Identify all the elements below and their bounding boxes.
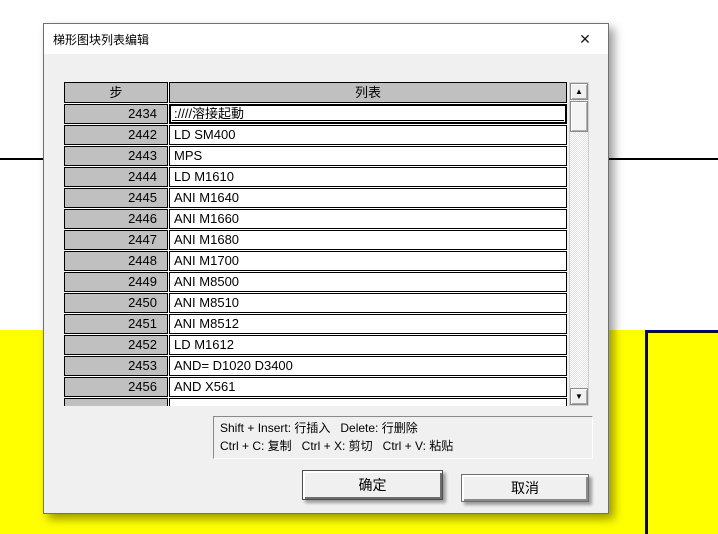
- table-row[interactable]: 2442 LD SM400: [64, 125, 567, 145]
- step-cell: 2456: [64, 377, 168, 397]
- table-row[interactable]: 2449 ANI M8500: [64, 272, 567, 292]
- step-cell: 2443: [64, 146, 168, 166]
- step-cell: [64, 398, 168, 406]
- table-row[interactable]: 2452 LD M1612: [64, 335, 567, 355]
- table-row[interactable]: 2443 MPS: [64, 146, 567, 166]
- table-row[interactable]: 2444 LD M1610: [64, 167, 567, 187]
- step-column-header: 步: [64, 82, 168, 103]
- cancel-button[interactable]: 取消: [461, 474, 589, 502]
- table-row[interactable]: 2445 ANI M1640: [64, 188, 567, 208]
- list-column-header: 列表: [169, 82, 567, 103]
- shortcut-help-box: Shift + Insert: 行插入 Delete: 行删除 Ctrl + C…: [213, 416, 593, 459]
- help-line-1: Shift + Insert: 行插入 Delete: 行删除: [220, 419, 586, 437]
- table-row[interactable]: 2453 AND= D1020 D3400: [64, 356, 567, 376]
- list-cell[interactable]: ANI M8500: [169, 272, 567, 292]
- list-cell[interactable]: LD M1610: [169, 167, 567, 187]
- list-cell[interactable]: :////溶接起動: [169, 104, 567, 124]
- vertical-scrollbar[interactable]: ▲ ▼: [569, 82, 589, 406]
- scroll-up-icon[interactable]: ▲: [570, 83, 588, 100]
- list-cell[interactable]: ANI M1660: [169, 209, 567, 229]
- step-cell: 2448: [64, 251, 168, 271]
- list-cell[interactable]: LD SM400: [169, 125, 567, 145]
- dialog-titlebar[interactable]: 梯形图块列表编辑 ✕: [44, 24, 608, 54]
- dialog-title: 梯形图块列表编辑: [44, 31, 149, 48]
- table-row[interactable]: 2446 ANI M1660: [64, 209, 567, 229]
- list-cell[interactable]: ANI M1700: [169, 251, 567, 271]
- list-cell[interactable]: MPS: [169, 146, 567, 166]
- step-cell: 2450: [64, 293, 168, 313]
- step-cell: 2451: [64, 314, 168, 334]
- ok-button[interactable]: 确定: [302, 470, 443, 500]
- list-cell: [169, 398, 567, 406]
- step-cell: 2445: [64, 188, 168, 208]
- step-cell: 2447: [64, 230, 168, 250]
- table-row[interactable]: 2448 ANI M1700: [64, 251, 567, 271]
- list-grid[interactable]: 步 列表 2434 :////溶接起動 2442 LD SM400 2443 M…: [64, 82, 567, 406]
- step-cell: 2444: [64, 167, 168, 187]
- list-cell[interactable]: ANI M1680: [169, 230, 567, 250]
- scrollbar-thumb[interactable]: [570, 101, 588, 132]
- step-cell: 2453: [64, 356, 168, 376]
- table-row[interactable]: 2434 :////溶接起動: [64, 104, 567, 124]
- step-cell: 2446: [64, 209, 168, 229]
- table-row-partial: [64, 398, 567, 406]
- step-cell: 2452: [64, 335, 168, 355]
- step-cell: 2434: [64, 104, 168, 124]
- ladder-block-list-edit-dialog: 梯形图块列表编辑 ✕ 步 列表 2434 :////溶接起動 2442 LD S…: [43, 23, 609, 514]
- table-row[interactable]: 2450 ANI M8510: [64, 293, 567, 313]
- instruction-list-table: 步 列表 2434 :////溶接起動 2442 LD SM400 2443 M…: [64, 82, 589, 406]
- list-cell[interactable]: LD M1612: [169, 335, 567, 355]
- step-cell: 2442: [64, 125, 168, 145]
- list-cell[interactable]: AND X561: [169, 377, 567, 397]
- table-header-row: 步 列表: [64, 82, 567, 103]
- navy-selection-frame: [645, 330, 718, 534]
- table-row[interactable]: 2456 AND X561: [64, 377, 567, 397]
- table-row[interactable]: 2447 ANI M1680: [64, 230, 567, 250]
- help-line-2: Ctrl + C: 复制 Ctrl + X: 剪切 Ctrl + V: 粘贴: [220, 437, 586, 455]
- step-cell: 2449: [64, 272, 168, 292]
- list-cell[interactable]: AND= D1020 D3400: [169, 356, 567, 376]
- list-grid-rows: 2434 :////溶接起動 2442 LD SM400 2443 MPS 24…: [64, 104, 567, 397]
- list-cell[interactable]: ANI M8510: [169, 293, 567, 313]
- list-cell[interactable]: ANI M8512: [169, 314, 567, 334]
- list-cell[interactable]: ANI M1640: [169, 188, 567, 208]
- close-icon[interactable]: ✕: [574, 29, 596, 49]
- table-row[interactable]: 2451 ANI M8512: [64, 314, 567, 334]
- scroll-down-icon[interactable]: ▼: [570, 388, 588, 405]
